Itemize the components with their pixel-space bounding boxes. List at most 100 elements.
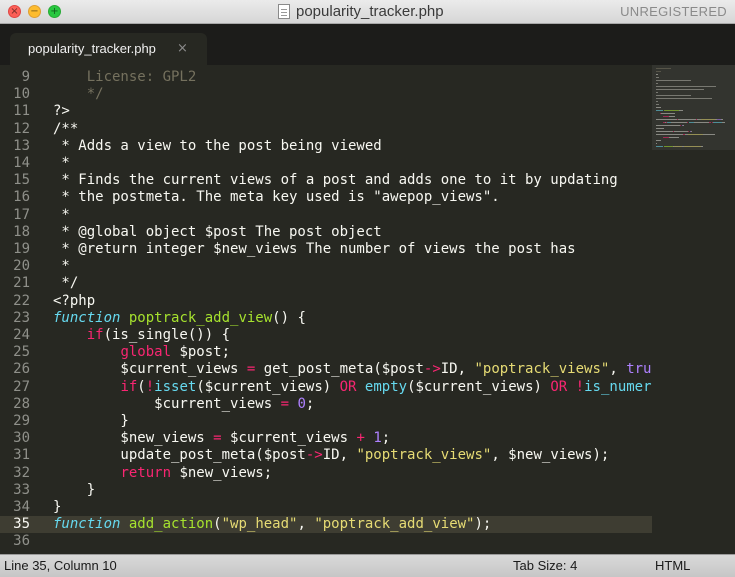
minimap-stroke [656, 140, 661, 141]
tab-size-selector[interactable]: Tab Size: 4 [513, 555, 577, 577]
code-line[interactable]: * @global object $post The post object [53, 224, 381, 241]
window-title: popularity_tracker.php [296, 3, 444, 20]
code-line[interactable]: * [53, 155, 70, 172]
code-token: ($current_views) [407, 378, 551, 395]
code-line[interactable]: License: GPL2 [53, 69, 197, 86]
minimap-stroke [656, 92, 658, 93]
line-number: 29 [13, 413, 30, 429]
close-window-icon[interactable]: × [8, 5, 21, 18]
code-token: 0 [297, 395, 306, 412]
code-token: * [53, 155, 70, 171]
code-token: } [53, 481, 96, 498]
minimap-stroke [656, 131, 674, 132]
code-line[interactable]: $new_views = $current_views + 1; [53, 430, 390, 447]
code-token: if [120, 378, 138, 395]
minimap-stroke [683, 146, 701, 147]
minimap-stroke [656, 101, 658, 102]
tab-close-icon[interactable]: × [177, 33, 188, 65]
code-line[interactable]: /** [53, 121, 78, 138]
php-document-icon [278, 4, 290, 19]
line-number: 21 [13, 275, 30, 292]
line-number: 33 [13, 481, 30, 498]
code-token: OR [339, 378, 357, 395]
code-token: * Adds a view to the post being viewed [53, 137, 382, 154]
code-line[interactable]: */ [53, 86, 104, 103]
code-token: $new_views; [171, 464, 273, 481]
code-token: } [53, 413, 129, 429]
line-number: 16 [13, 189, 30, 206]
code-token: () { [272, 309, 306, 326]
code-line[interactable]: ?> [53, 103, 70, 120]
code-token: , [609, 361, 627, 378]
minimap-stroke [656, 143, 657, 144]
code-line[interactable]: update_post_meta($post->ID, "poptrack_vi… [53, 447, 609, 464]
code-line[interactable]: * [53, 258, 69, 275]
code-line[interactable]: * [53, 207, 69, 224]
code-token: <?php [53, 292, 96, 309]
code-token: "poptrack_views" [356, 447, 492, 464]
code-token: "poptrack_add_view" [314, 516, 475, 533]
code-line[interactable]: * Finds the current views of a post and … [53, 172, 617, 189]
code-token: ; [305, 395, 315, 412]
code-line[interactable]: function poptrack_add_view() { [53, 310, 306, 327]
code-line[interactable]: } [53, 499, 61, 516]
code-line[interactable]: if(!isset($current_views) OR empty($curr… [53, 379, 652, 396]
minimap-stroke [674, 131, 689, 132]
code-area[interactable]: License: GPL2 */?>/** * Adds a view to t… [53, 65, 652, 554]
code-token: ( [213, 516, 222, 533]
code-token: true [626, 361, 652, 378]
line-number: 31 [13, 447, 30, 464]
minimap-stroke [674, 146, 683, 147]
minimap-stroke [656, 86, 717, 87]
minimap-stroke [656, 68, 672, 69]
code-line[interactable]: <?php [53, 293, 95, 310]
code-token: * @return integer $new_views The number … [53, 241, 576, 257]
code-line[interactable]: $current_views = 0; [53, 396, 314, 413]
code-editor[interactable]: 9 10 11 12 13 14 15 16 17 18 19 20 21 22 23 24 25 26 27 28 2… [0, 65, 735, 554]
code-line[interactable]: $current_views = get_post_meta($post->ID… [53, 361, 652, 378]
code-line[interactable]: function add_action("wp_head", "poptrack… [53, 516, 491, 533]
code-token: $current_views [221, 430, 357, 447]
code-token: global [120, 344, 172, 361]
syntax-selector[interactable]: HTML [655, 555, 690, 577]
code-line[interactable]: global $post; [53, 344, 230, 361]
minimap-stroke [656, 110, 664, 111]
minimap-stroke [656, 74, 658, 75]
line-number: 20 [13, 258, 30, 275]
tab-popularity-tracker[interactable]: popularity_tracker.php × [10, 33, 207, 65]
code-token: } [53, 499, 62, 515]
zoom-window-icon[interactable]: + [48, 5, 61, 18]
code-line[interactable]: } [53, 482, 95, 499]
code-token: function [53, 309, 121, 326]
line-number: 24 [13, 327, 30, 343]
line-number: 18 [13, 223, 30, 240]
line-number: 32 [13, 464, 30, 481]
minimap-stroke [668, 116, 675, 117]
code-token: "wp_head" [221, 516, 298, 533]
code-line[interactable]: * Adds a view to the post being viewed [53, 137, 382, 155]
minimap[interactable] [652, 65, 735, 554]
line-number-gutter: 9 10 11 12 13 14 15 16 17 18 19 20 21 22 23 24 25 26 27 28 2… [0, 65, 44, 554]
code-token: $post; [171, 344, 231, 361]
code-token: , $new_views); [491, 447, 610, 464]
line-number: 34 [13, 499, 30, 515]
code-line[interactable]: } [53, 413, 129, 430]
code-line[interactable]: * @return integer $new_views The number … [53, 241, 576, 258]
registration-status: UNREGISTERED [620, 4, 727, 19]
code-token: ; [381, 430, 391, 447]
code-line[interactable]: return $new_views; [53, 465, 272, 482]
code-token: ! [575, 378, 585, 395]
minimap-stroke [693, 122, 710, 123]
code-token: $current_views [53, 395, 281, 412]
code-token: OR [550, 378, 568, 395]
minimap-stroke [686, 122, 689, 123]
code-line[interactable]: */ [53, 275, 78, 292]
code-line[interactable]: if(is_single()) { [53, 327, 230, 344]
minimize-window-icon[interactable]: − [28, 5, 41, 18]
code-line[interactable]: * the postmeta. The meta key used is "aw… [53, 189, 499, 206]
code-token: 1 [373, 430, 382, 447]
